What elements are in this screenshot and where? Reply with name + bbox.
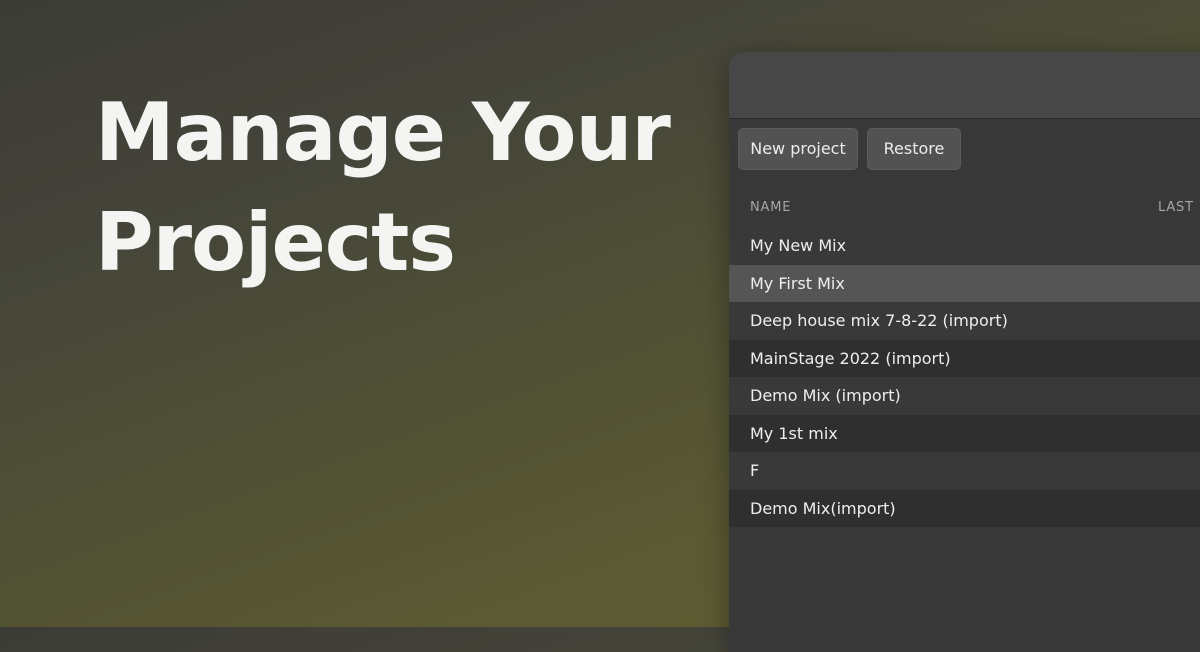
new-project-button[interactable]: New project [738,128,858,170]
restore-button[interactable]: Restore [867,128,961,170]
project-row[interactable]: MainStage 2022 (import) [729,339,1200,377]
column-header-last-modified[interactable]: LAST [1158,200,1194,215]
project-row[interactable]: Demo Mix(import) [729,489,1200,527]
project-row[interactable]: Demo Mix (import) [729,377,1200,415]
window-titlebar [729,52,1200,119]
column-header-name[interactable]: NAME [750,200,791,215]
hero-headline: Manage Your Projects [95,78,695,298]
projects-window: New project Restore NAME LAST My New Mix… [729,52,1200,652]
project-row[interactable]: F [729,452,1200,490]
project-row[interactable]: My First Mix [729,264,1200,302]
headline-line-2: Projects [95,196,456,289]
headline-line-1: Manage Your [95,86,671,179]
project-row[interactable]: My 1st mix [729,414,1200,452]
project-list: My New Mix My First Mix Deep house mix 7… [729,227,1200,527]
project-row[interactable]: Deep house mix 7-8-22 (import) [729,302,1200,340]
project-row[interactable]: My New Mix [729,227,1200,265]
